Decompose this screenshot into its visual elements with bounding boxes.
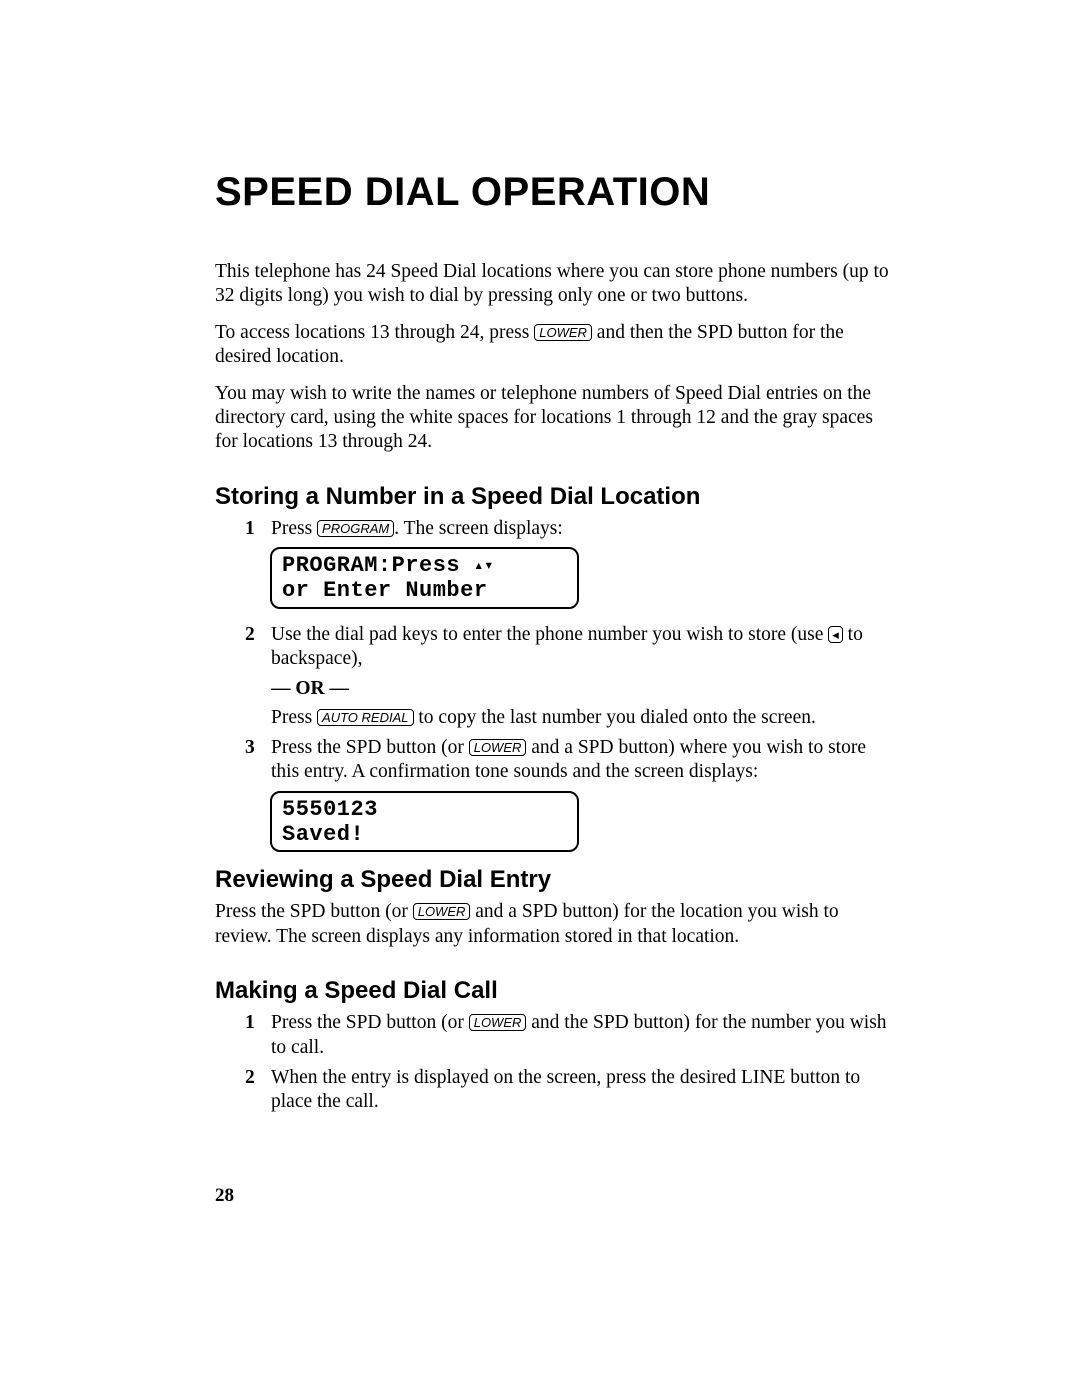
making-heading: Making a Speed Dial Call [215, 977, 890, 1005]
step-number: 2 [245, 1066, 255, 1090]
lower-key-icon: LOWER [469, 739, 527, 756]
manual-page: SPEED DIAL OPERATION This telephone has … [0, 0, 1080, 1397]
lcd-display-program: PROGRAM:Press ▴▾ or Enter Number [270, 547, 579, 609]
making-step-2: 2 When the entry is displayed on the scr… [245, 1066, 890, 1115]
step-text-a: Press [271, 518, 317, 539]
lcd-line-2: Saved! [282, 822, 567, 847]
reviewing-para: Press the SPD button (or LOWER and a SPD… [215, 900, 890, 949]
step-number: 2 [245, 623, 255, 647]
auto-redial-key-icon: AUTO REDIAL [317, 709, 413, 726]
program-key-icon: PROGRAM [317, 520, 394, 537]
left-arrow-key-icon: ◂ [828, 626, 843, 643]
page-title: SPEED DIAL OPERATION [215, 170, 890, 215]
lcd-line-1: 5550123 [282, 797, 567, 822]
lower-key-icon: LOWER [534, 324, 592, 341]
step-number: 3 [245, 736, 255, 760]
storing-steps: 1 Press PROGRAM. The screen displays: [245, 517, 890, 541]
step-text-b: . The screen displays: [394, 518, 563, 539]
lcd-line-1: PROGRAM:Press ▴▾ [282, 553, 567, 578]
lcd-display-saved: 5550123 Saved! [270, 791, 579, 853]
intro-para-1: This telephone has 24 Speed Dial locatio… [215, 260, 890, 309]
step-text-a: Press the SPD button (or [271, 737, 469, 758]
step-text: When the entry is displayed on the scree… [271, 1067, 860, 1112]
lower-key-icon: LOWER [413, 903, 471, 920]
lcd-line-2: or Enter Number [282, 578, 567, 603]
intro-p2-text-a: To access locations 13 through 24, press [215, 322, 534, 343]
storing-heading: Storing a Number in a Speed Dial Locatio… [215, 483, 890, 511]
lower-key-icon: LOWER [469, 1014, 527, 1031]
intro-para-2: To access locations 13 through 24, press… [215, 321, 890, 370]
lcd-text: PROGRAM:Press [282, 553, 474, 578]
storing-step-3: 3 Press the SPD button (or LOWER and a S… [245, 736, 890, 785]
making-steps: 1 Press the SPD button (or LOWER and the… [245, 1011, 890, 1115]
intro-para-3: You may wish to write the names or telep… [215, 382, 890, 455]
review-text-a: Press the SPD button (or [215, 901, 413, 922]
up-down-arrows-icon: ▴▾ [474, 557, 494, 575]
or-separator: — OR — [271, 677, 890, 701]
step-text-a: Use the dial pad keys to enter the phone… [271, 624, 828, 645]
step-text-a: Press [271, 707, 317, 728]
reviewing-heading: Reviewing a Speed Dial Entry [215, 866, 890, 894]
step-text-a: Press the SPD button (or [271, 1012, 469, 1033]
step-number: 1 [245, 517, 255, 541]
storing-step-2: 2 Use the dial pad keys to enter the pho… [245, 623, 890, 731]
storing-step-1: 1 Press PROGRAM. The screen displays: [245, 517, 890, 541]
making-step-1: 1 Press the SPD button (or LOWER and the… [245, 1011, 890, 1060]
step-text-b: to copy the last number you dialed onto … [414, 707, 816, 728]
step-number: 1 [245, 1011, 255, 1035]
page-number: 28 [215, 1185, 234, 1207]
step-2-alt: Press AUTO REDIAL to copy the last numbe… [271, 706, 890, 730]
storing-steps-cont: 2 Use the dial pad keys to enter the pho… [245, 623, 890, 785]
